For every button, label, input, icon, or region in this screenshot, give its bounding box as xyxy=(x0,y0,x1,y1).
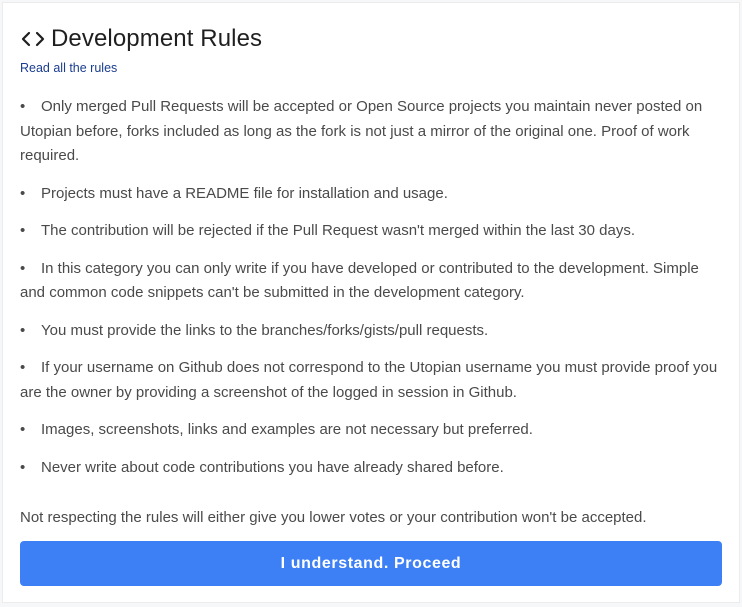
rule-text: If your username on Github does not corr… xyxy=(20,359,718,401)
rule-text: In this category you can only write if y… xyxy=(20,259,699,302)
bullet-icon: • xyxy=(20,259,26,277)
rule-item: • The contribution will be rejected if th… xyxy=(20,219,726,244)
rules-list: • Only merged Pull Requests will be accep… xyxy=(20,95,726,493)
rule-item: • You must provide the links to the branc… xyxy=(20,319,726,344)
rule-item: • Never write about code contributions yo… xyxy=(20,456,726,481)
bullet-icon: • xyxy=(20,222,26,239)
rule-text: Images, screenshots, links and examples … xyxy=(41,421,533,438)
rule-item: • Images, screenshots, links and examples… xyxy=(20,418,726,443)
dialog-header: Development Rules xyxy=(21,23,262,55)
rule-text: Never write about code contributions you… xyxy=(41,458,504,476)
code-brackets-icon xyxy=(21,29,45,49)
bullet-icon: • xyxy=(20,98,26,115)
bullet-icon: • xyxy=(20,421,26,438)
rule-text: The contribution will be rejected if the… xyxy=(41,222,636,239)
bullet-icon: • xyxy=(20,359,26,376)
dialog-title: Development Rules xyxy=(51,25,263,52)
development-rules-dialog: Development Rules Read all the rules • On… xyxy=(2,2,740,603)
rule-item: • In this category you can only write if … xyxy=(20,257,726,306)
rule-text: Projects must have a README file for ins… xyxy=(41,184,448,202)
rule-item: • Only merged Pull Requests will be accep… xyxy=(20,95,726,169)
rules-warning-note: Not respecting the rules will either giv… xyxy=(20,509,647,526)
bullet-icon: • xyxy=(20,321,26,339)
rule-text: Only merged Pull Requests will be accept… xyxy=(20,98,703,164)
rule-item: • If your username on Github does not cor… xyxy=(20,356,726,405)
proceed-button[interactable]: I understand. Proceed xyxy=(20,541,722,586)
rule-text: You must provide the links to the branch… xyxy=(41,321,489,339)
rule-item: • Projects must have a README file for in… xyxy=(20,182,726,207)
read-all-rules-link[interactable]: Read all the rules xyxy=(20,61,117,75)
bullet-icon: • xyxy=(20,458,26,476)
bullet-icon: • xyxy=(20,184,26,202)
